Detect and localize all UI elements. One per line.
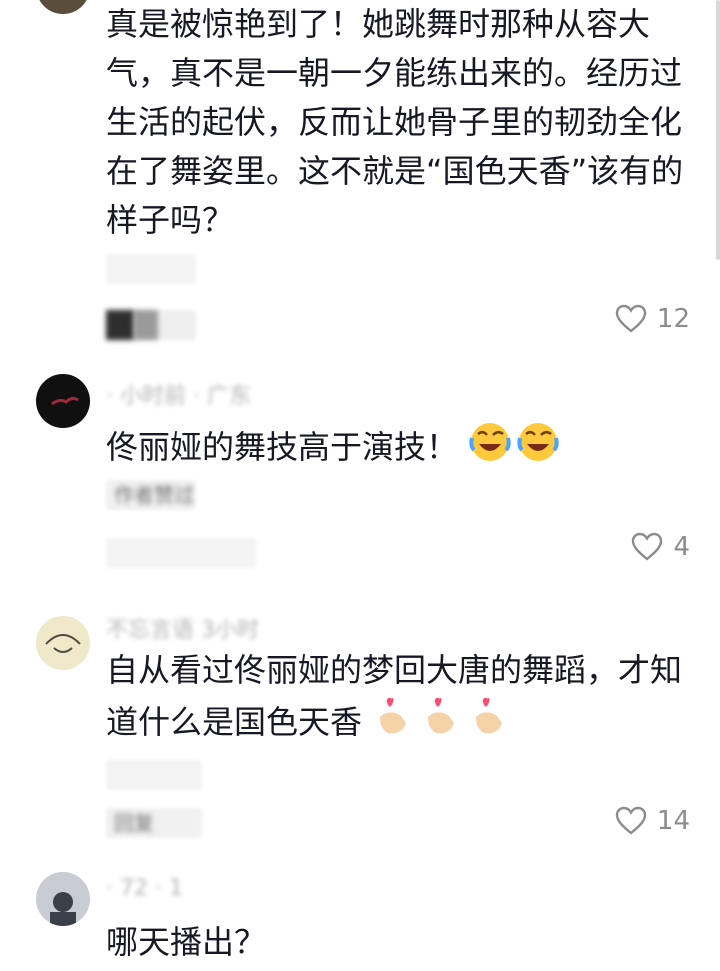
avatar[interactable] bbox=[36, 872, 90, 926]
heart-outline-icon bbox=[632, 532, 663, 561]
reply-button[interactable] bbox=[106, 310, 196, 340]
like-button[interactable]: 14 bbox=[615, 806, 690, 836]
comment-text: 哪天播出？ bbox=[106, 923, 267, 961]
comment-text-content: 佟丽娅的舞技高于演技！ bbox=[106, 428, 459, 466]
heart-outline-icon bbox=[615, 304, 647, 333]
comment-text: 自从看过佟丽娅的梦回大唐的舞蹈，才知道什么是国色天香 bbox=[106, 646, 696, 753]
reply-button[interactable] bbox=[106, 538, 256, 568]
laughing-crying-emoji bbox=[468, 420, 564, 478]
avatar[interactable] bbox=[36, 374, 90, 428]
finger-heart-emoji bbox=[372, 695, 512, 753]
like-button[interactable]: 4 bbox=[631, 532, 690, 562]
like-count: 4 bbox=[673, 532, 690, 562]
author-liked-chip: 作者赞过 bbox=[106, 480, 196, 510]
comment-meta: · 小时前 · 广东 bbox=[106, 384, 251, 409]
blurred-chip bbox=[106, 254, 196, 284]
avatar[interactable] bbox=[36, 616, 90, 670]
comment-meta: · 72 · 1 bbox=[106, 876, 183, 901]
blurred-chip bbox=[106, 760, 202, 790]
reply-button[interactable]: 回复 bbox=[106, 808, 202, 838]
like-count: 14 bbox=[656, 806, 690, 836]
heart-outline-icon bbox=[615, 806, 647, 835]
like-count: 12 bbox=[656, 304, 690, 334]
comment-meta: 不忘言语 3小时 bbox=[106, 618, 259, 643]
comment-text: 佟丽娅的舞技高于演技！ bbox=[106, 420, 696, 478]
scrollbar[interactable] bbox=[716, 0, 720, 260]
comment-text: 真是被惊艳到了！她跳舞时那种从容大气，真不是一朝一夕能练出来的。经历过生活的起伏… bbox=[106, 5, 684, 239]
like-button[interactable]: 12 bbox=[615, 304, 690, 334]
avatar[interactable] bbox=[36, 0, 90, 14]
